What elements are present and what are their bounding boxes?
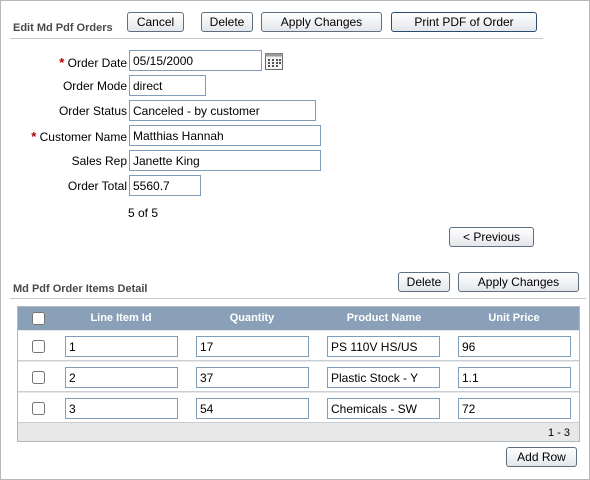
add-row-button[interactable]: Add Row xyxy=(506,447,577,467)
order-status-label: Order Status xyxy=(58,104,127,118)
master-title-rule xyxy=(10,38,543,39)
column-header-product-name[interactable]: Product Name xyxy=(325,307,443,330)
table-row xyxy=(18,393,579,423)
unit-price-cell[interactable] xyxy=(458,336,571,357)
order-mode-field[interactable] xyxy=(129,75,206,96)
sales-rep-label: Sales Rep xyxy=(71,154,127,168)
line-item-id-cell[interactable] xyxy=(65,398,178,419)
product-name-cell[interactable] xyxy=(327,398,440,419)
order-date-label: * Order Date xyxy=(59,55,127,70)
row-select-checkbox[interactable] xyxy=(32,340,45,353)
apply-items-button[interactable]: Apply Changes xyxy=(458,272,579,292)
delete-order-button[interactable]: Delete xyxy=(201,12,253,32)
customer-name-field[interactable] xyxy=(129,125,321,146)
record-counter: 5 of 5 xyxy=(128,206,159,220)
pagination-range: 1 - 3 xyxy=(547,427,570,439)
apply-changes-button[interactable]: Apply Changes xyxy=(261,12,382,32)
table-row xyxy=(18,331,579,361)
column-header-quantity[interactable]: Quantity xyxy=(193,307,311,330)
quantity-cell[interactable] xyxy=(196,336,309,357)
select-all-checkbox[interactable] xyxy=(32,312,45,325)
product-name-cell[interactable] xyxy=(327,367,440,388)
required-marker: * xyxy=(31,129,37,144)
line-item-id-cell[interactable] xyxy=(65,336,178,357)
table-header: Line Item Id Quantity Product Name Unit … xyxy=(18,307,579,330)
order-total-field[interactable] xyxy=(129,175,201,196)
cancel-button[interactable]: Cancel xyxy=(127,12,184,32)
order-mode-label: Order Mode xyxy=(62,79,127,93)
sales-rep-field[interactable] xyxy=(129,150,321,171)
required-marker: * xyxy=(59,55,65,70)
order-status-field[interactable] xyxy=(129,100,316,121)
table-row xyxy=(18,362,579,392)
column-header-unit-price[interactable]: Unit Price xyxy=(455,307,573,330)
product-name-cell[interactable] xyxy=(327,336,440,357)
delete-items-button[interactable]: Delete xyxy=(398,272,450,292)
quantity-cell[interactable] xyxy=(196,367,309,388)
customer-name-label: * Customer Name xyxy=(31,129,127,144)
row-select-checkbox[interactable] xyxy=(32,402,45,415)
column-header-line-item-id[interactable]: Line Item Id xyxy=(62,307,180,330)
unit-price-cell[interactable] xyxy=(458,367,571,388)
row-select-checkbox[interactable] xyxy=(32,371,45,384)
order-total-label: Order Total xyxy=(67,179,127,193)
detail-title-rule xyxy=(10,298,586,299)
line-item-id-cell[interactable] xyxy=(65,367,178,388)
quantity-cell[interactable] xyxy=(196,398,309,419)
unit-price-cell[interactable] xyxy=(458,398,571,419)
print-pdf-button[interactable]: Print PDF of Order xyxy=(391,12,537,32)
master-region-title: Edit Md Pdf Orders xyxy=(13,22,113,34)
previous-button[interactable]: < Previous xyxy=(449,227,534,247)
order-date-field[interactable] xyxy=(129,50,262,71)
calendar-icon[interactable] xyxy=(265,53,283,70)
detail-region-title: Md Pdf Order Items Detail xyxy=(13,283,148,295)
items-table: Line Item Id Quantity Product Name Unit … xyxy=(17,306,580,442)
